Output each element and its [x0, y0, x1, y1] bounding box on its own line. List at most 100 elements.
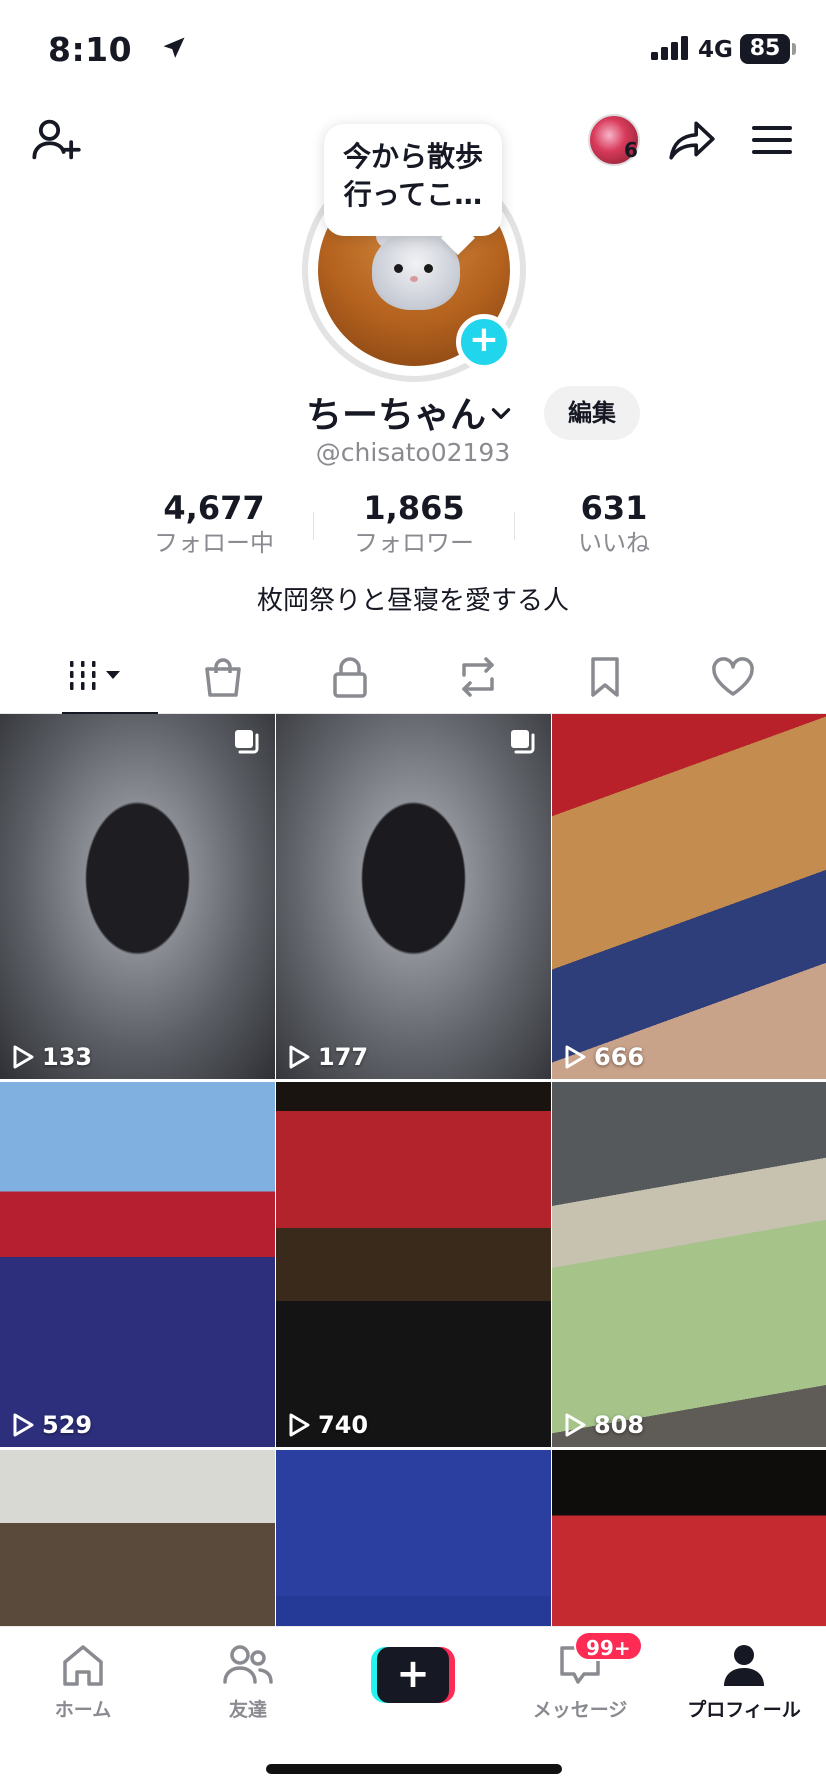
shopping-bag-icon: [205, 658, 241, 697]
video-grid: 133 177 666 529 740 808: [0, 714, 826, 1626]
story-count: 6: [624, 138, 638, 162]
profile-tabs: [0, 640, 826, 715]
multi-photo-icon: [511, 730, 535, 754]
view-count-number: 740: [318, 1411, 369, 1439]
friends-icon: [223, 1645, 273, 1684]
tab-favorites[interactable]: [550, 640, 660, 714]
profile-person-icon: [724, 1645, 764, 1686]
view-count: 529: [12, 1411, 92, 1439]
display-name[interactable]: ちーちゃん: [306, 386, 486, 438]
share-arrow-icon: [669, 121, 715, 160]
menu-button[interactable]: [744, 112, 800, 168]
video-thumbnail[interactable]: 740: [276, 1082, 551, 1447]
chevron-down-icon[interactable]: [488, 400, 514, 426]
add-friend-button[interactable]: [28, 112, 84, 168]
avatar-figure-eye: [424, 264, 433, 273]
location-arrow-icon: [163, 37, 185, 58]
stat-divider: [313, 512, 314, 540]
thumbnail-image: [552, 1450, 826, 1626]
view-count: 740: [288, 1411, 368, 1439]
play-icon: [13, 1045, 34, 1069]
video-thumbnail[interactable]: [276, 1450, 551, 1626]
followers-stat[interactable]: 1,865 フォロワー: [329, 490, 499, 560]
nav-home[interactable]: ホーム: [13, 1641, 153, 1722]
add-story-plus-icon[interactable]: +: [456, 314, 512, 370]
thumbnail-image: [276, 1450, 551, 1626]
heart-icon: [712, 657, 754, 696]
view-count-number: 666: [594, 1043, 645, 1071]
play-icon: [565, 1045, 586, 1069]
status-time: 8:10: [48, 30, 133, 69]
thumbnail-image: [276, 1082, 551, 1447]
status-note-bubble[interactable]: 今から散歩行ってこ…: [324, 124, 502, 236]
nav-friends-label: 友達: [228, 1699, 267, 1721]
view-count: 666: [564, 1043, 644, 1071]
thumbnail-image: [552, 1082, 826, 1447]
followers-label: フォロワー: [354, 529, 474, 557]
following-stat[interactable]: 4,677 フォロー中: [129, 490, 299, 560]
video-thumbnail[interactable]: [0, 1450, 275, 1626]
thumbnail-image: [0, 1082, 275, 1447]
avatar-figure-eye: [394, 264, 403, 273]
nav-profile-label: プロフィール: [687, 1699, 801, 1721]
video-thumbnail[interactable]: [552, 1450, 826, 1626]
messages-badge: 99+: [574, 1631, 643, 1661]
battery-level: 85: [740, 34, 790, 64]
add-person-icon: [32, 119, 81, 160]
video-thumbnail[interactable]: 529: [0, 1082, 275, 1447]
play-icon: [13, 1413, 34, 1437]
video-thumbnail[interactable]: 133: [0, 714, 275, 1079]
home-indicator: [266, 1764, 562, 1774]
username-handle: @chisato02193: [315, 438, 511, 467]
share-profile-button[interactable]: [664, 112, 720, 168]
play-icon: [565, 1413, 586, 1437]
following-count: 4,677: [163, 489, 265, 527]
likes-count: 631: [580, 489, 648, 527]
view-count: 133: [12, 1043, 92, 1071]
view-count-number: 133: [42, 1043, 93, 1071]
profile-stats: 4,677 フォロー中 1,865 フォロワー 631 いいね: [0, 490, 826, 560]
likes-label: いいね: [578, 529, 650, 557]
nav-home-label: ホーム: [54, 1699, 112, 1721]
tab-videos[interactable]: [42, 640, 158, 715]
name-row: ちーちゃん 編集: [0, 386, 826, 444]
view-count: 177: [288, 1043, 368, 1071]
battery-tip: [792, 43, 796, 55]
edit-profile-button[interactable]: 編集: [544, 386, 640, 440]
thumbnail-image: [552, 714, 826, 1079]
thumbnail-image: [276, 714, 551, 1079]
view-count-number: 177: [318, 1043, 369, 1071]
avatar-figure-nose: [410, 276, 418, 282]
tab-private[interactable]: [295, 640, 405, 714]
plus-icon: +: [377, 1647, 449, 1703]
view-count-number: 529: [42, 1411, 93, 1439]
create-button[interactable]: +: [371, 1647, 455, 1703]
stat-divider: [514, 512, 515, 540]
grid-columns-icon: [70, 661, 120, 690]
tab-liked[interactable]: [678, 640, 788, 714]
network-type: 4G: [698, 37, 733, 63]
status-bar: 8:10 4G 85: [0, 0, 826, 100]
play-icon: [289, 1045, 310, 1069]
profile-bio: 枚岡祭りと昼寝を愛する人: [256, 586, 569, 616]
play-icon: [289, 1413, 310, 1437]
thumbnail-image: [0, 1450, 275, 1626]
thumbnail-image: [0, 714, 275, 1079]
tab-shop[interactable]: [168, 640, 278, 714]
view-count-number: 808: [594, 1411, 645, 1439]
video-thumbnail[interactable]: 666: [552, 714, 826, 1079]
nav-profile[interactable]: プロフィール: [674, 1641, 814, 1722]
lock-icon: [333, 657, 367, 698]
bookmark-icon: [591, 657, 619, 697]
video-thumbnail[interactable]: 808: [552, 1082, 826, 1447]
likes-stat[interactable]: 631 いいね: [529, 490, 699, 560]
nav-friends[interactable]: 友達: [178, 1641, 318, 1722]
video-thumbnail[interactable]: 177: [276, 714, 551, 1079]
hamburger-menu-icon: [752, 126, 792, 154]
view-count: 808: [564, 1411, 644, 1439]
multi-photo-icon: [235, 730, 259, 754]
repost-icon: [462, 657, 494, 697]
cellular-signal-icon: [651, 36, 688, 60]
tab-reposts[interactable]: [423, 640, 533, 714]
nav-messages-label: メッセージ: [532, 1699, 628, 1721]
